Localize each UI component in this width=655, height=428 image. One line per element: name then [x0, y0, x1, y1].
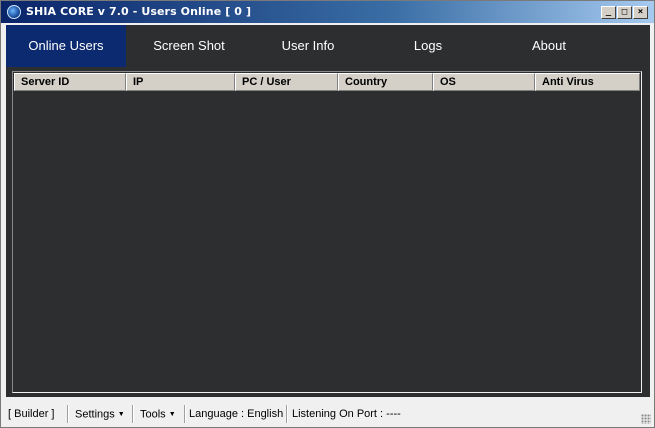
language-label: Language : English — [189, 408, 284, 420]
content-panel: Server ID IP PC / User Country OS Anti V… — [6, 67, 650, 397]
builder-button[interactable]: [ Builder ] — [8, 407, 54, 423]
column-header-country[interactable]: Country — [338, 73, 433, 91]
column-header-server-id[interactable]: Server ID — [14, 73, 126, 91]
tab-bar: Online Users Screen Shot User Info Logs … — [6, 25, 650, 67]
status-separator — [67, 405, 69, 423]
maximize-button[interactable]: □ — [617, 6, 632, 19]
status-bar: [ Builder ] Settings ▼ Tools ▼ Language : … — [1, 401, 654, 427]
column-header-anti-virus[interactable]: Anti Virus — [535, 73, 640, 91]
tab-about[interactable]: About — [489, 25, 609, 67]
listening-port-label: Listening On Port : ---- — [292, 408, 401, 420]
close-button[interactable]: × — [633, 6, 648, 19]
tab-user-info[interactable]: User Info — [248, 25, 368, 67]
column-header-ip[interactable]: IP — [126, 73, 235, 91]
tab-online-users[interactable]: Online Users — [6, 25, 126, 67]
users-list-view[interactable]: Server ID IP PC / User Country OS Anti V… — [12, 71, 642, 393]
app-logo-icon — [7, 5, 21, 19]
resize-grip-icon[interactable] — [641, 414, 651, 424]
dropdown-arrow-icon: ▼ — [117, 411, 125, 418]
tab-screen-shot[interactable]: Screen Shot — [129, 25, 249, 67]
settings-dropdown[interactable]: Settings ▼ — [75, 407, 125, 423]
settings-label: Settings — [75, 408, 115, 421]
status-separator — [184, 405, 186, 423]
window-title: SHIA CORE v 7.0 - Users Online [ 0 ] — [26, 5, 252, 18]
table-header: Server ID IP PC / User Country OS Anti V… — [14, 73, 640, 91]
column-header-os[interactable]: OS — [433, 73, 535, 91]
tools-dropdown[interactable]: Tools ▼ — [140, 407, 176, 423]
tools-label: Tools — [140, 408, 166, 421]
status-separator — [132, 405, 134, 423]
dropdown-arrow-icon: ▼ — [168, 411, 176, 418]
tab-logs[interactable]: Logs — [368, 25, 488, 67]
minimize-button[interactable]: _ — [601, 6, 616, 19]
column-header-pc-user[interactable]: PC / User — [235, 73, 338, 91]
title-bar[interactable]: SHIA CORE v 7.0 - Users Online [ 0 ] _ □… — [1, 1, 654, 23]
main-window: SHIA CORE v 7.0 - Users Online [ 0 ] _ □… — [0, 0, 655, 428]
status-separator — [286, 405, 288, 423]
